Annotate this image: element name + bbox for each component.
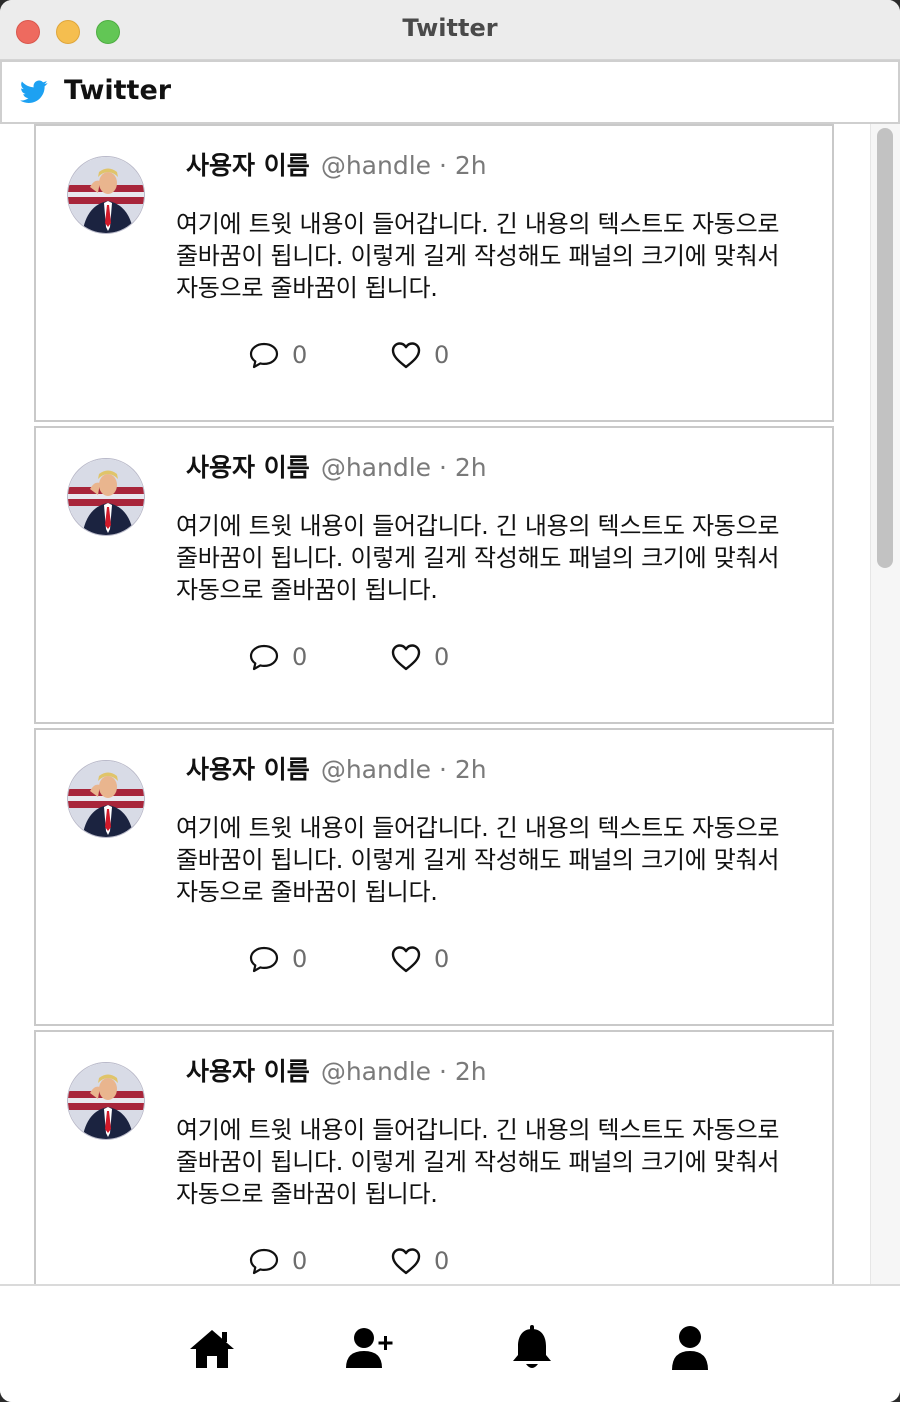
tweet-meta: 사용자 이름 @handle · 2h — [186, 1052, 487, 1088]
handle-time: @handle · 2h — [320, 151, 487, 180]
profile-icon — [672, 1326, 708, 1370]
reply-icon — [249, 1248, 279, 1275]
avatar[interactable] — [67, 458, 145, 536]
home-icon — [190, 1330, 234, 1368]
username[interactable]: 사용자 이름 — [186, 755, 310, 784]
title-bar: Twitter — [0, 0, 900, 60]
username[interactable]: 사용자 이름 — [186, 1057, 310, 1086]
username[interactable]: 사용자 이름 — [186, 151, 310, 180]
reply-icon — [249, 342, 279, 369]
like-button[interactable]: 0 — [390, 943, 449, 975]
tweet-text: 여기에 트윗 내용이 들어갑니다. 긴 내용의 텍스트도 자동으로 줄바꿈이 됩… — [176, 210, 780, 302]
bottom-nav — [0, 1284, 900, 1402]
username[interactable]: 사용자 이름 — [186, 453, 310, 482]
handle-time: @handle · 2h — [320, 1057, 487, 1086]
tweet-card[interactable]: 사용자 이름 @handle · 2h 여기에 트윗 내용이 들어갑니다. 긴 … — [34, 124, 834, 422]
scrollbar-track[interactable] — [870, 124, 900, 1284]
nav-add-user-button[interactable] — [344, 1324, 396, 1372]
tweet-meta: 사용자 이름 @handle · 2h — [186, 146, 487, 182]
nav-notifications-button[interactable] — [506, 1324, 558, 1372]
like-count: 0 — [434, 945, 450, 973]
tweet-card[interactable]: 사용자 이름 @handle · 2h 여기에 트윗 내용이 들어갑니다. 긴 … — [34, 426, 834, 724]
app-window: Twitter Twitter 사용자 이름 @handle · 2h 여기에 … — [0, 0, 900, 1402]
tweet-card[interactable]: 사용자 이름 @handle · 2h 여기에 트윗 내용이 들어갑니다. 긴 … — [34, 728, 834, 1026]
heart-icon — [391, 946, 421, 973]
like-count: 0 — [434, 1247, 450, 1275]
reply-button[interactable]: 0 — [248, 1245, 307, 1277]
tweet-text: 여기에 트윗 내용이 들어갑니다. 긴 내용의 텍스트도 자동으로 줄바꿈이 됩… — [176, 512, 780, 604]
window-title: Twitter — [402, 14, 498, 42]
like-count: 0 — [434, 341, 450, 369]
reply-icon — [249, 644, 279, 671]
avatar[interactable] — [67, 1062, 145, 1140]
heart-icon — [391, 342, 421, 369]
add-user-icon — [346, 1328, 393, 1368]
app-header: Twitter — [0, 60, 900, 124]
like-count: 0 — [434, 643, 450, 671]
tweet-meta: 사용자 이름 @handle · 2h — [186, 448, 487, 484]
handle-time: @handle · 2h — [320, 453, 487, 482]
avatar[interactable] — [67, 760, 145, 838]
nav-profile-button[interactable] — [664, 1324, 716, 1372]
handle-time: @handle · 2h — [320, 755, 487, 784]
avatar[interactable] — [67, 156, 145, 234]
app-title: Twitter — [64, 75, 172, 106]
tweet-card[interactable]: 사용자 이름 @handle · 2h 여기에 트윗 내용이 들어갑니다. 긴 … — [34, 1030, 834, 1284]
like-button[interactable]: 0 — [390, 641, 449, 673]
heart-icon — [391, 1248, 421, 1275]
reply-count: 0 — [292, 643, 308, 671]
nav-home-button[interactable] — [186, 1324, 238, 1372]
reply-button[interactable]: 0 — [248, 641, 307, 673]
reply-button[interactable]: 0 — [248, 339, 307, 371]
tweet-meta: 사용자 이름 @handle · 2h — [186, 750, 487, 786]
reply-icon — [249, 946, 279, 973]
scrollbar-thumb[interactable] — [877, 128, 893, 568]
bell-icon — [513, 1325, 551, 1368]
twitter-bird-icon — [20, 80, 48, 104]
like-button[interactable]: 0 — [390, 339, 449, 371]
heart-icon — [391, 644, 421, 671]
like-button[interactable]: 0 — [390, 1245, 449, 1277]
reply-count: 0 — [292, 341, 308, 369]
reply-count: 0 — [292, 945, 308, 973]
tweet-text: 여기에 트윗 내용이 들어갑니다. 긴 내용의 텍스트도 자동으로 줄바꿈이 됩… — [176, 814, 780, 906]
reply-count: 0 — [292, 1247, 308, 1275]
tweet-feed[interactable]: 사용자 이름 @handle · 2h 여기에 트윗 내용이 들어갑니다. 긴 … — [0, 124, 900, 1284]
tweet-text: 여기에 트윗 내용이 들어갑니다. 긴 내용의 텍스트도 자동으로 줄바꿈이 됩… — [176, 1116, 780, 1208]
reply-button[interactable]: 0 — [248, 943, 307, 975]
